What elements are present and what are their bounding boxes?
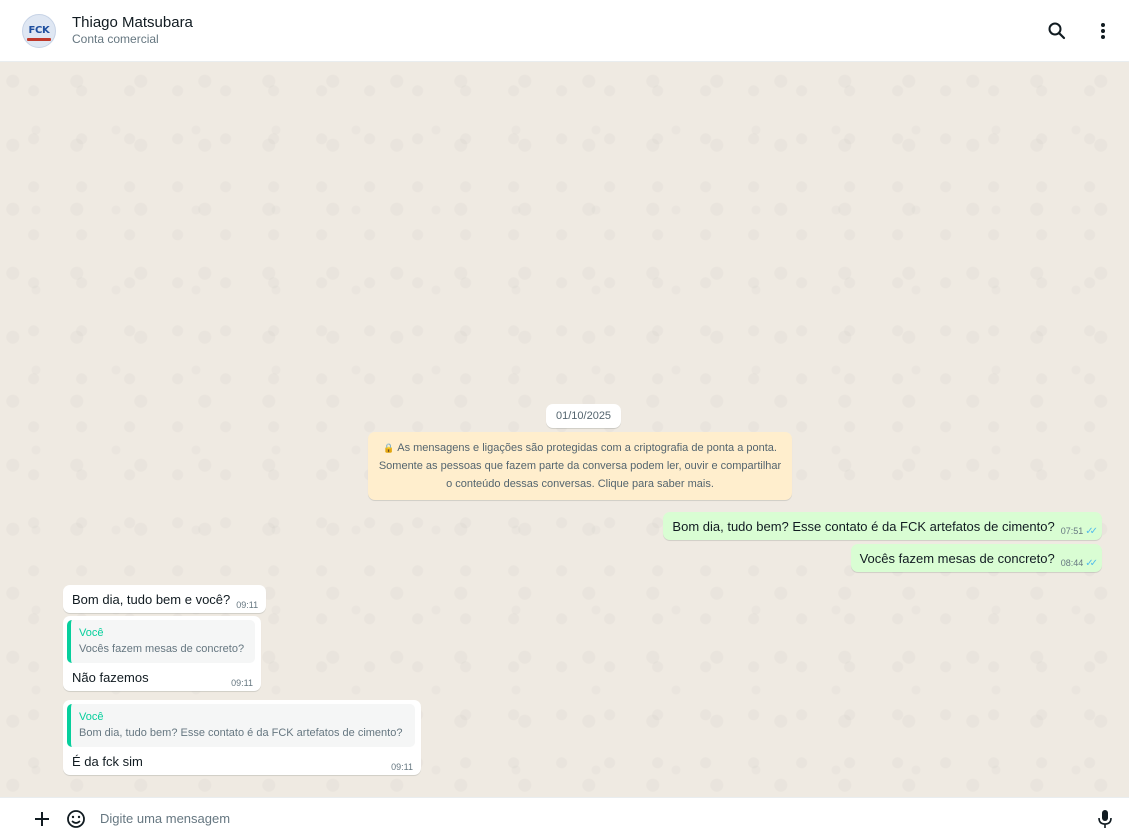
message-time: 09:11 bbox=[391, 762, 413, 772]
message-time: 09:11 bbox=[236, 600, 259, 610]
contact-avatar[interactable]: FCK bbox=[22, 13, 56, 48]
contact-subtitle: Conta comercial bbox=[72, 32, 159, 47]
quoted-message[interactable]: Você Bom dia, tudo bem? Esse contato é d… bbox=[67, 704, 415, 747]
outgoing-message[interactable]: Bom dia, tudo bem? Esse contato é da FCK… bbox=[663, 512, 1102, 540]
quoted-author: Você bbox=[79, 627, 104, 639]
contact-info[interactable]: Thiago Matsubara Conta comercial bbox=[72, 14, 193, 48]
encryption-line-2: Somente as pessoas que fazem parte da co… bbox=[378, 460, 782, 472]
menu-icon[interactable] bbox=[1091, 19, 1115, 43]
incoming-message[interactable]: Bom dia, tudo bem e você? 09:11 bbox=[63, 585, 267, 613]
encryption-notice[interactable]: 🔒 As mensagens e ligações são protegidas … bbox=[368, 432, 792, 500]
incoming-reply-message[interactable]: Você Bom dia, tudo bem? Esse contato é d… bbox=[63, 700, 421, 775]
quoted-text: Vocês fazem mesas de concreto? bbox=[79, 643, 245, 655]
message-time: 07:51 ✓✓ bbox=[1060, 526, 1098, 537]
read-ticks-icon: ✓✓ bbox=[1085, 526, 1098, 537]
message-time: 09:11 bbox=[231, 678, 253, 688]
chat-area[interactable]: 01/10/2025 🔒 As mensagens e ligações são … bbox=[0, 62, 1129, 797]
message-time: 08:44 ✓✓ bbox=[1060, 558, 1098, 569]
header-actions bbox=[1045, 19, 1115, 43]
message-text: Bom dia, tudo bem? Esse contato é da FCK… bbox=[672, 519, 1055, 534]
sticker-icon[interactable] bbox=[64, 807, 88, 831]
message-composer bbox=[0, 797, 1129, 839]
chat-header: FCK Thiago Matsubara Conta comercial bbox=[0, 0, 1129, 62]
quoted-text: Bom dia, tudo bem? Esse contato é da FCK… bbox=[79, 727, 403, 739]
message-text: É da fck sim bbox=[72, 754, 143, 769]
lock-icon: 🔒 bbox=[383, 443, 395, 453]
encryption-line-3: o conteúdo dessas conversas. Clique para… bbox=[446, 478, 714, 490]
search-icon[interactable] bbox=[1045, 19, 1069, 43]
contact-name: Thiago Matsubara bbox=[72, 13, 193, 31]
message-text: Vocês fazem mesas de concreto? bbox=[859, 551, 1055, 566]
encryption-line-1: As mensagens e ligações são protegidas c… bbox=[397, 442, 777, 454]
plus-icon[interactable] bbox=[30, 807, 54, 831]
microphone-icon[interactable] bbox=[1093, 807, 1117, 831]
quoted-author: Você bbox=[79, 711, 104, 723]
incoming-reply-message[interactable]: Você Vocês fazem mesas de concreto? Não … bbox=[63, 616, 261, 691]
message-text: Bom dia, tudo bem e você? bbox=[72, 592, 231, 607]
outgoing-message[interactable]: Vocês fazem mesas de concreto? 08:44 ✓✓ bbox=[850, 544, 1102, 572]
message-input[interactable] bbox=[100, 811, 1093, 826]
date-divider: 01/10/2025 bbox=[546, 404, 622, 428]
read-ticks-icon: ✓✓ bbox=[1085, 558, 1098, 569]
message-text: Não fazemos bbox=[72, 670, 149, 685]
quoted-message[interactable]: Você Vocês fazem mesas de concreto? bbox=[67, 620, 255, 663]
